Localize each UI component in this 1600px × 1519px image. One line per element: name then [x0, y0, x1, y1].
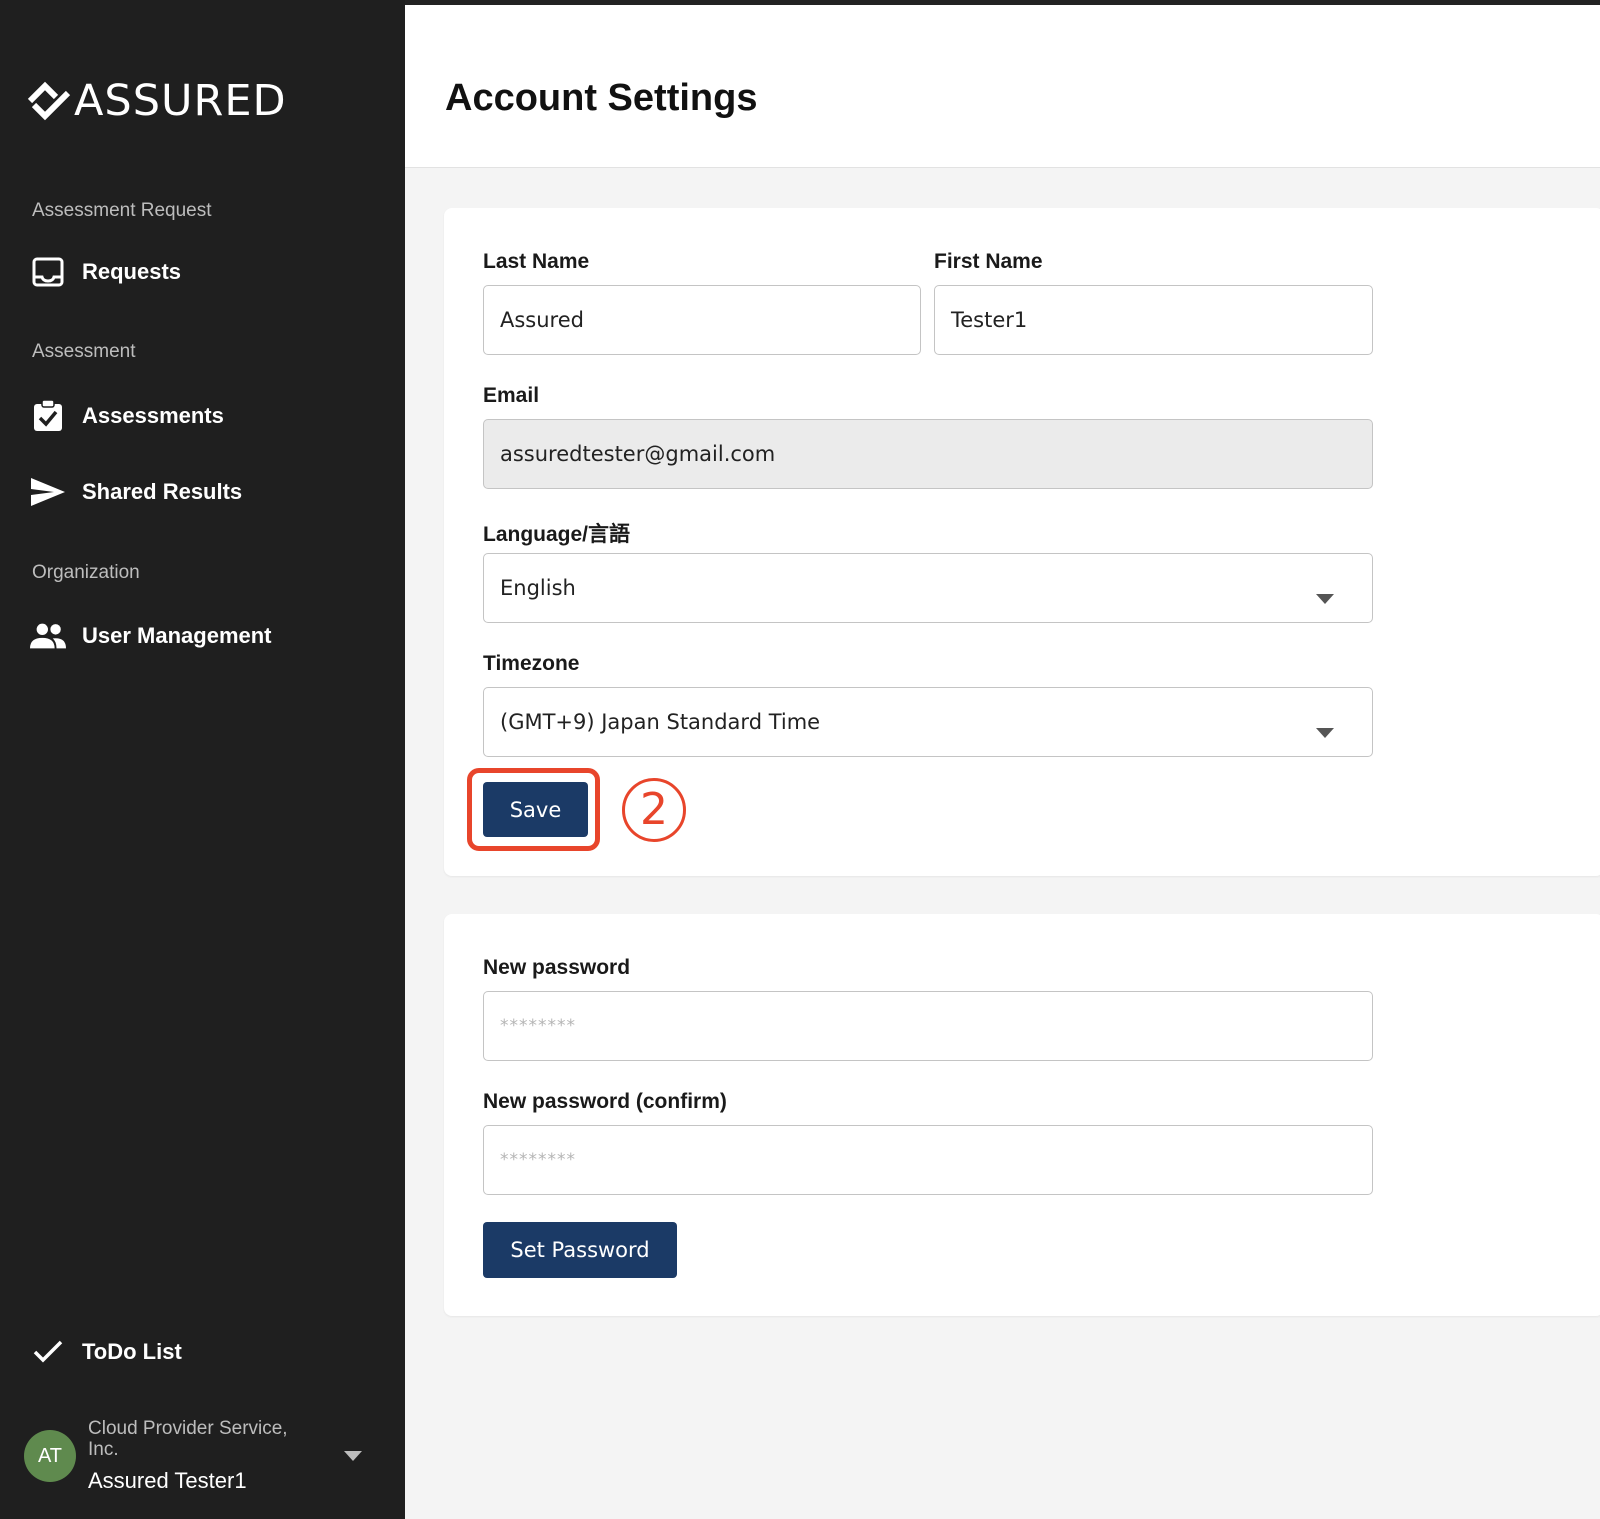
confirm-password-label: New password (confirm): [483, 1090, 727, 1113]
last-name-field[interactable]: Assured: [483, 285, 921, 355]
timezone-label: Timezone: [483, 652, 580, 675]
clipboard-check-icon: [30, 398, 66, 434]
section-label-assessment: Assessment: [32, 341, 136, 362]
email-field: assuredtester@gmail.com: [483, 419, 1373, 489]
check-icon: [30, 1334, 66, 1370]
sidebar: ASSURED Assessment Request Requests Asse…: [0, 0, 405, 1519]
language-value: English: [500, 576, 576, 600]
language-select[interactable]: English: [483, 553, 1373, 623]
sidebar-item-label: User Management: [82, 623, 272, 648]
new-password-label: New password: [483, 956, 631, 979]
sidebar-item-todo-list[interactable]: ToDo List: [30, 1334, 182, 1370]
timezone-select[interactable]: (GMT+9) Japan Standard Time: [483, 687, 1373, 757]
section-label-assessment-request: Assessment Request: [32, 200, 212, 221]
email-label: Email: [483, 384, 540, 407]
sidebar-item-label: Requests: [82, 259, 182, 284]
language-label: Language/言語: [483, 523, 631, 546]
page-title: Account Settings: [445, 77, 758, 119]
sidebar-item-shared-results[interactable]: Shared Results: [30, 474, 242, 510]
sidebar-item-label: Shared Results: [82, 479, 243, 504]
page-header: Account Settings: [405, 5, 1600, 168]
first-name-label: First Name: [934, 250, 1043, 273]
chevron-down-icon: [344, 1448, 362, 1466]
organization-name: Cloud Provider Service, Inc.: [88, 1418, 288, 1460]
first-name-field[interactable]: Tester1: [934, 285, 1373, 355]
save-button[interactable]: Save: [483, 782, 588, 837]
sidebar-item-label: ToDo List: [82, 1339, 182, 1364]
sidebar-item-assessments[interactable]: Assessments: [30, 398, 224, 434]
sidebar-item-label: Assessments: [82, 403, 224, 428]
confirm-password-field[interactable]: ********: [483, 1125, 1373, 1195]
set-password-button[interactable]: Set Password: [483, 1222, 677, 1278]
send-icon: [30, 474, 66, 510]
caret-down-icon: [1316, 585, 1334, 609]
caret-down-icon: [1316, 719, 1334, 743]
timezone-value: (GMT+9) Japan Standard Time: [500, 710, 821, 734]
users-icon: [30, 618, 66, 654]
user-name: Assured Tester1: [88, 1468, 247, 1493]
step-number-marker: 2: [622, 778, 686, 842]
sidebar-item-requests[interactable]: Requests: [30, 254, 181, 290]
app-logo[interactable]: ASSURED: [26, 78, 287, 124]
sidebar-item-user-management[interactable]: User Management: [30, 618, 272, 654]
section-label-organization: Organization: [32, 562, 140, 583]
inbox-icon: [30, 254, 66, 290]
last-name-label: Last Name: [483, 250, 590, 273]
logo-text: ASSURED: [74, 76, 287, 126]
user-menu[interactable]: AT Cloud Provider Service, Inc. Assured …: [24, 1418, 374, 1498]
assured-logo-icon: [27, 81, 71, 121]
new-password-field[interactable]: ********: [483, 991, 1373, 1061]
avatar: AT: [24, 1430, 76, 1482]
